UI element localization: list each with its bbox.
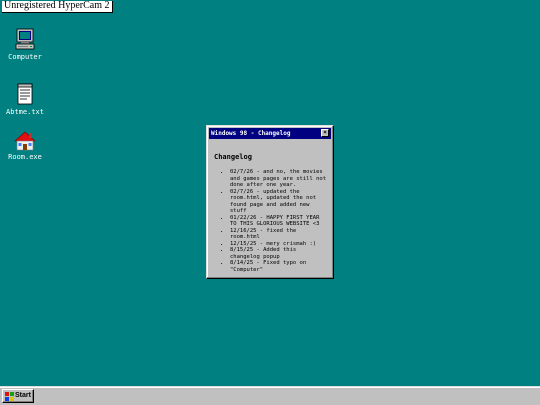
changelog-entry: 02/7/26 - and no, the movies and games p… [230, 169, 329, 189]
start-button[interactable]: Start [2, 389, 34, 403]
changelog-entry: 12/16/25 - fixed the room.html [230, 228, 329, 241]
start-label: Start [15, 392, 31, 399]
desktop-icon-label: Computer [8, 53, 42, 61]
taskbar: Start [0, 386, 540, 405]
house-icon [14, 130, 36, 152]
desktop-icon-label: Abtme.txt [6, 108, 44, 116]
desktop-icon-label: Room.exe [8, 153, 42, 161]
window-titlebar[interactable]: Windows 98 - Changelog × [209, 128, 331, 139]
text-file-icon [14, 83, 36, 105]
changelog-entry: 8/15/25 - Added this changelog popup [230, 247, 329, 260]
computer-icon [14, 28, 36, 50]
window-content: Changelog 02/7/26 - and no, the movies a… [213, 146, 329, 274]
close-button[interactable]: × [321, 129, 329, 137]
desktop-icon-computer[interactable]: Computer [0, 28, 55, 61]
close-icon: × [323, 129, 327, 136]
changelog-entry: 02/7/26 - updated the room.html, updated… [230, 189, 329, 215]
changelog-window: Windows 98 - Changelog × Changelog 02/7/… [206, 125, 334, 279]
changelog-entry: 01/22/26 - HAPPY FIRST YEAR TO THIS GLOR… [230, 215, 329, 228]
changelog-list: 02/7/26 - and no, the movies and games p… [213, 169, 329, 273]
changelog-entry: 8/14/25 - Fixed typo on "Computer" [230, 260, 329, 273]
hypercam-watermark: Unregistered HyperCam 2 [2, 1, 113, 13]
desktop-icon-room[interactable]: Room.exe [0, 130, 55, 161]
changelog-heading: Changelog [214, 153, 252, 161]
window-title: Windows 98 - Changelog [211, 130, 291, 137]
windows-logo-icon [5, 391, 14, 401]
desktop-icon-abtme[interactable]: Abtme.txt [0, 83, 55, 116]
